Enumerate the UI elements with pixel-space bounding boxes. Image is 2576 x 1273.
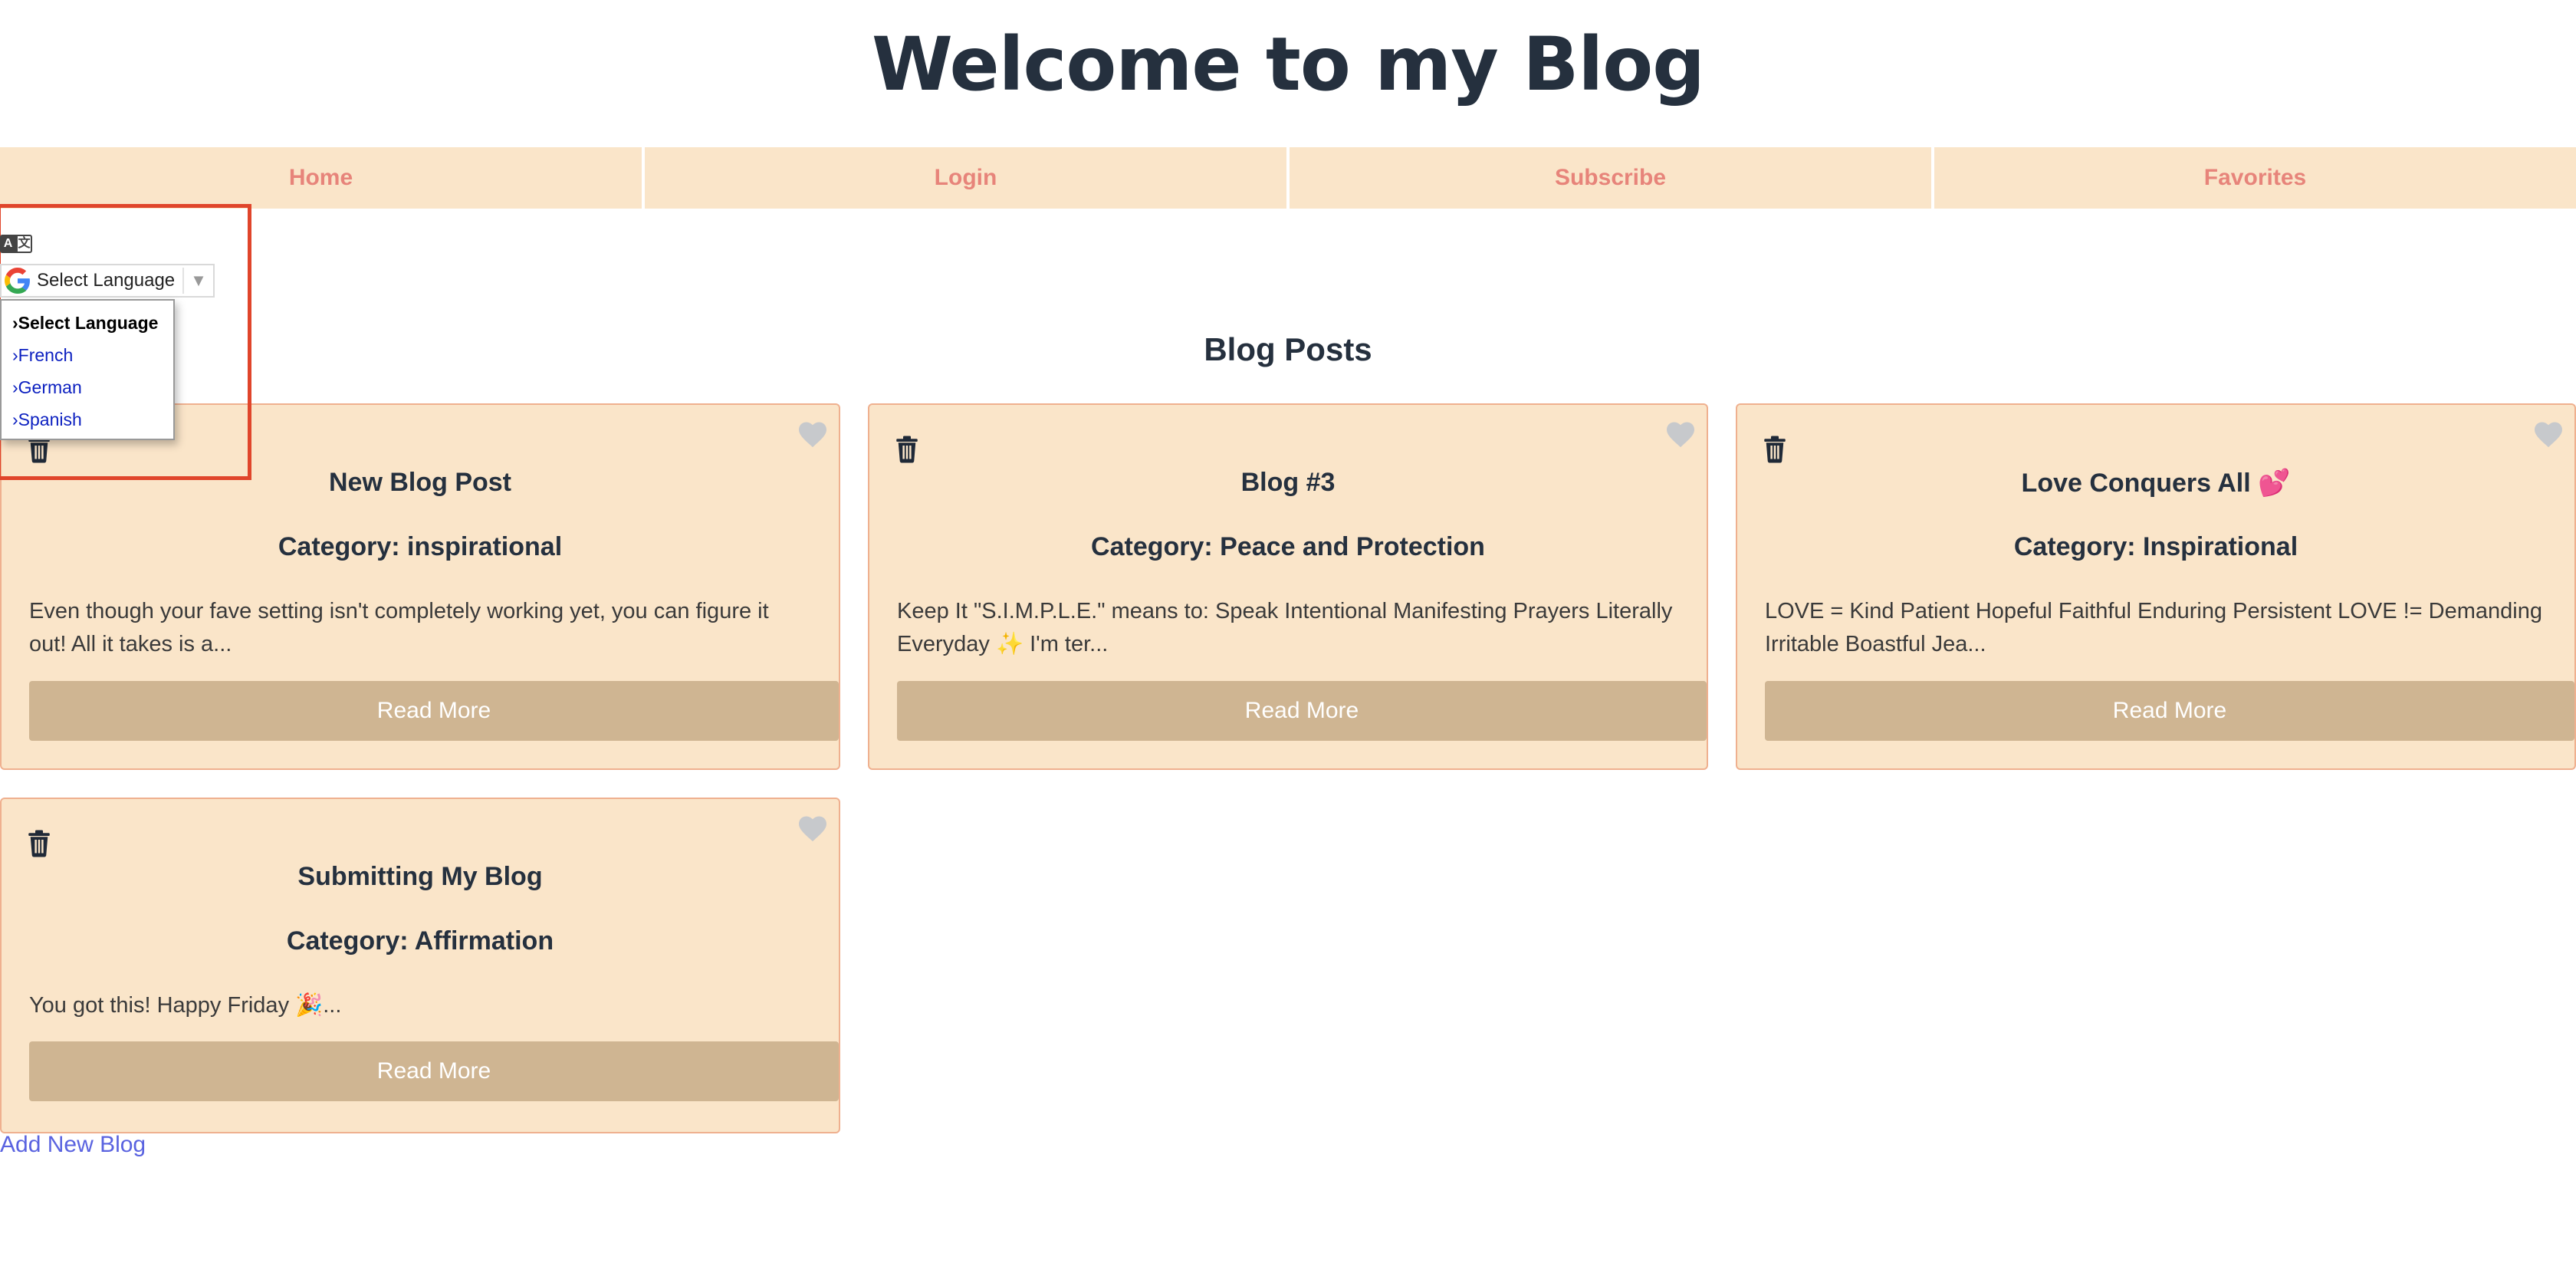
nav-subscribe[interactable]: Subscribe (1290, 147, 1931, 209)
nav-favorites[interactable]: Favorites (1934, 147, 2576, 209)
trash-icon[interactable] (1763, 436, 1786, 463)
blog-card-title: New Blog Post (328, 468, 512, 497)
nav-login[interactable]: Login (645, 147, 1286, 209)
page-title: Welcome to my Blog (872, 21, 1705, 107)
language-select[interactable]: Select Language ▼ (0, 264, 215, 298)
language-option-spanish[interactable]: ›Spanish (2, 403, 173, 436)
language-dropdown: ›Select Language ›French ›German ›Spanis… (0, 299, 175, 440)
read-more-button[interactable]: Read More (897, 681, 1707, 741)
translate-icon: A文 (0, 235, 32, 253)
language-option-select[interactable]: ›Select Language (2, 307, 173, 339)
language-select-label: Select Language (37, 270, 176, 291)
blog-card-excerpt: Even though your fave setting isn't comp… (29, 599, 769, 656)
blog-card-title: Love Conquers All 💕 (2021, 469, 2291, 498)
blog-card-category: Category: Inspirational (2013, 532, 2298, 561)
blog-card-category: Category: Peace and Protection (1091, 532, 1485, 561)
read-more-button[interactable]: Read More (29, 1041, 839, 1101)
blog-card-excerpt: LOVE = Kind Patient Hopeful Faithful End… (1765, 599, 2542, 656)
read-more-button[interactable]: Read More (29, 681, 839, 741)
add-new-blog-link[interactable]: Add New Blog (0, 1132, 146, 1158)
blog-card: Blog #3 Category: Peace and Protection K… (868, 403, 1708, 770)
caret-down-icon: ▼ (182, 268, 213, 294)
main-nav: Home Login Subscribe Favorites (0, 147, 2576, 209)
heart-icon[interactable] (797, 420, 828, 448)
heart-icon[interactable] (1665, 420, 1696, 448)
section-title: Blog Posts (1204, 331, 1372, 367)
blog-card-category: Category: Affirmation (286, 926, 554, 956)
language-option-german[interactable]: ›German (2, 371, 173, 403)
google-logo-icon (5, 268, 30, 294)
nav-home[interactable]: Home (0, 147, 642, 209)
read-more-button[interactable]: Read More (1765, 681, 2574, 741)
blog-card: Submitting My Blog Category: Affirmation… (0, 798, 840, 1133)
blog-card-excerpt: You got this! Happy Friday 🎉... (29, 993, 342, 1018)
trash-icon[interactable] (895, 436, 918, 463)
blog-card-title: Submitting My Blog (297, 862, 543, 891)
language-option-french[interactable]: ›French (2, 339, 173, 371)
heart-icon[interactable] (797, 814, 828, 842)
blog-card: New Blog Post Category: inspirational Ev… (0, 403, 840, 770)
blog-card: Love Conquers All 💕 Category: Inspiratio… (1736, 403, 2576, 770)
trash-icon[interactable] (28, 830, 51, 857)
blog-card-excerpt: Keep It "S.I.M.P.L.E." means to: Speak I… (897, 599, 1673, 656)
blog-card-category: Category: inspirational (278, 532, 563, 561)
blog-card-title: Blog #3 (1240, 468, 1336, 497)
heart-icon[interactable] (2533, 420, 2564, 448)
